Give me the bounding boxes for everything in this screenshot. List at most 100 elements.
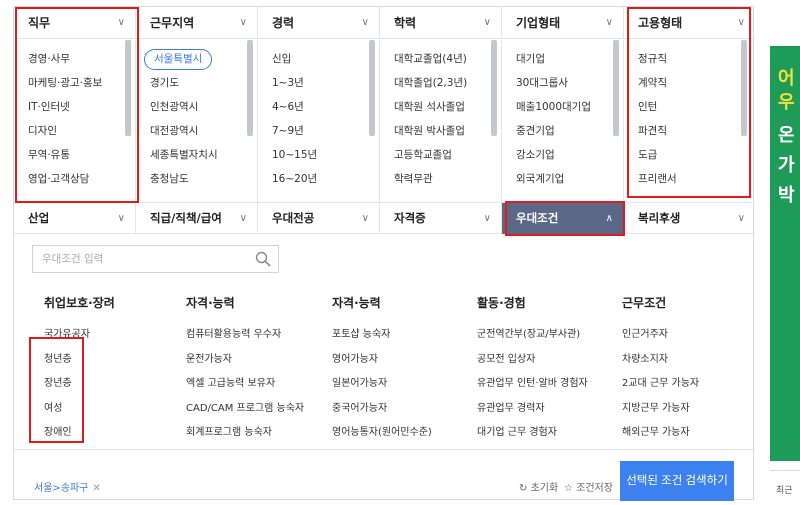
list-item[interactable]: 고등학교졸업 <box>394 143 501 167</box>
tab-label: 복리후생 <box>638 211 681 225</box>
list-item[interactable]: 영어가능자 <box>332 348 477 373</box>
job-list: 경영·사무 마케팅·광고·홍보 IT·인터넷 디자인 무역·유통 영업·고객상담 <box>14 40 136 202</box>
list-item[interactable]: 청년층 <box>44 348 189 373</box>
list-item[interactable]: 30대그룹사 <box>516 71 623 95</box>
list-item[interactable]: 대학교졸업(4년) <box>394 47 501 71</box>
tab-certificate[interactable]: 자격증 ∨ <box>380 203 502 234</box>
tab-label: 근무지역 <box>150 16 195 30</box>
list-item[interactable]: 신입 <box>272 47 379 71</box>
list-item[interactable]: 대기업 근무 경험자 <box>477 421 622 446</box>
tab-job[interactable]: 직무 ∨ <box>14 7 136 39</box>
list-item[interactable]: 유관업무 인턴·알바 경험자 <box>477 372 622 397</box>
list-item[interactable]: 엑셀 고급능력 보유자 <box>186 372 331 397</box>
selected-region-pill[interactable]: 서울특별시 <box>144 49 213 70</box>
list-item[interactable]: 16~20년 <box>272 167 379 191</box>
list-item[interactable]: 도급 <box>638 143 755 167</box>
tab-company-type[interactable]: 기업형태 ∨ <box>502 7 624 39</box>
list-item[interactable]: 유관업무 경력자 <box>477 397 622 422</box>
list-item[interactable]: 지방근무 가능자 <box>622 397 747 422</box>
list-item[interactable]: CAD/CAM 프로그램 능숙자 <box>186 397 331 422</box>
list-item[interactable]: 차량소지자 <box>622 348 747 373</box>
list-item[interactable]: 일본어가능자 <box>332 372 477 397</box>
list-item[interactable]: 계약직 <box>638 71 755 95</box>
tab-education[interactable]: 학력 ∨ <box>380 7 502 39</box>
tab-label: 산업 <box>28 211 50 225</box>
list-item[interactable]: 7~9년 <box>272 119 379 143</box>
list-item[interactable]: 컴퓨터활용능력 우수자 <box>186 323 331 348</box>
list-item[interactable]: 장년층 <box>44 372 189 397</box>
list-item[interactable]: 매출1000대기업 <box>516 95 623 119</box>
list-item[interactable]: IT·인터넷 <box>28 95 135 119</box>
scrollbar[interactable] <box>491 40 497 136</box>
scrollbar[interactable] <box>369 40 375 136</box>
tab-employment-type[interactable]: 고용형태 ∨ <box>624 7 755 39</box>
list-item[interactable]: 프리랜서 <box>638 167 755 191</box>
list-item[interactable]: 대학원 석사졸업 <box>394 95 501 119</box>
list-item[interactable]: 대학졸업(2,3년) <box>394 71 501 95</box>
list-item[interactable]: 경영·사무 <box>28 47 135 71</box>
tab-welfare[interactable]: 복리후생 ∨ <box>624 203 755 234</box>
reset-button[interactable]: ↻ 초기화 <box>519 479 558 494</box>
tab-industry[interactable]: 산업 ∨ <box>14 203 136 234</box>
tab-career[interactable]: 경력 ∨ <box>258 7 380 39</box>
column-title: 취업보호·장려 <box>44 296 115 310</box>
list-item[interactable]: 회계프로그램 능숙자 <box>186 421 331 446</box>
list-item[interactable]: 여성 <box>44 397 189 422</box>
list-item[interactable]: 학력무관 <box>394 167 501 191</box>
list-item[interactable]: 군전역간부(장교/부사관) <box>477 323 622 348</box>
list-item[interactable]: 경기도 <box>150 71 257 95</box>
list-item[interactable]: 대기업 <box>516 47 623 71</box>
tab-region[interactable]: 근무지역 ∨ <box>136 7 258 39</box>
education-list: 대학교졸업(4년) 대학졸업(2,3년) 대학원 석사졸업 대학원 박사졸업 고… <box>380 40 502 202</box>
tab-preferred-conditions[interactable]: 우대조건 ∧ <box>502 203 624 234</box>
list-item[interactable]: 마케팅·광고·홍보 <box>28 71 135 95</box>
list-item[interactable]: 중견기업 <box>516 119 623 143</box>
list-item[interactable]: 파견직 <box>638 119 755 143</box>
list-item[interactable]: 중국어가능자 <box>332 397 477 422</box>
list-item[interactable]: 충청남도 <box>150 167 257 191</box>
list-item[interactable]: 2교대 근무 가능자 <box>622 372 747 397</box>
list-item[interactable]: 4~6년 <box>272 95 379 119</box>
selected-condition-chip[interactable]: 서울>송파구 ✕ <box>34 479 101 494</box>
region-list: 서울특별시 경기도 인천광역시 대전광역시 세종특별자치시 충청남도 <box>136 40 258 202</box>
chevron-down-icon: ∨ <box>117 17 125 28</box>
list-item[interactable]: 인턴 <box>638 95 755 119</box>
list-item[interactable]: 1~3년 <box>272 71 379 95</box>
list-item[interactable]: 해외근무 가능자 <box>622 421 747 446</box>
list-item[interactable]: 영어능통자(원어민수준) <box>332 421 477 446</box>
scrollbar[interactable] <box>247 40 253 136</box>
list-item[interactable]: 대전광역시 <box>150 119 257 143</box>
list-item[interactable]: 정규직 <box>638 47 755 71</box>
list-item[interactable]: 10~15년 <box>272 143 379 167</box>
list-item[interactable]: 포토샵 능숙자 <box>332 323 477 348</box>
close-icon[interactable]: ✕ <box>92 483 100 494</box>
list-item[interactable]: 운전가능자 <box>186 348 331 373</box>
list-item[interactable]: 인천광역시 <box>150 95 257 119</box>
side-advertisement[interactable]: 어 우 온 가 박 <box>770 6 800 461</box>
list-item[interactable]: 디자인 <box>28 119 135 143</box>
column-title: 자격·능력 <box>186 296 235 310</box>
list-item[interactable]: 무역·유통 <box>28 143 135 167</box>
scrollbar[interactable] <box>125 40 131 136</box>
tab-preferred-major[interactable]: 우대전공 ∨ <box>258 203 380 234</box>
list-item[interactable]: 국가유공자 <box>44 323 189 348</box>
scrollbar[interactable] <box>613 40 619 136</box>
scrollbar[interactable] <box>741 40 747 136</box>
list-item[interactable]: 영업·고객상담 <box>28 167 135 191</box>
search-selected-button[interactable]: 선택된 조건 검색하기 <box>620 461 734 501</box>
list-item[interactable]: 세종특별자치시 <box>150 143 257 167</box>
tab-label: 우대조건 <box>516 211 559 225</box>
save-condition-button[interactable]: ☆ 조건저장 <box>564 479 613 494</box>
chevron-down-icon: ∨ <box>483 17 491 28</box>
list-item[interactable]: 인근거주자 <box>622 323 747 348</box>
search-input[interactable] <box>33 246 248 272</box>
list-item[interactable]: 장애인 <box>44 421 189 446</box>
tab-label: 경력 <box>272 16 295 30</box>
tab-position-salary[interactable]: 직급/직책/급여 ∨ <box>136 203 258 234</box>
list-item[interactable]: 외국계기업 <box>516 167 623 191</box>
list-item[interactable]: 대학원 박사졸업 <box>394 119 501 143</box>
search-icon[interactable] <box>255 251 271 267</box>
list-item[interactable]: 서울특별시 <box>144 47 257 71</box>
list-item[interactable]: 강소기업 <box>516 143 623 167</box>
list-item[interactable]: 공모전 입상자 <box>477 348 622 373</box>
